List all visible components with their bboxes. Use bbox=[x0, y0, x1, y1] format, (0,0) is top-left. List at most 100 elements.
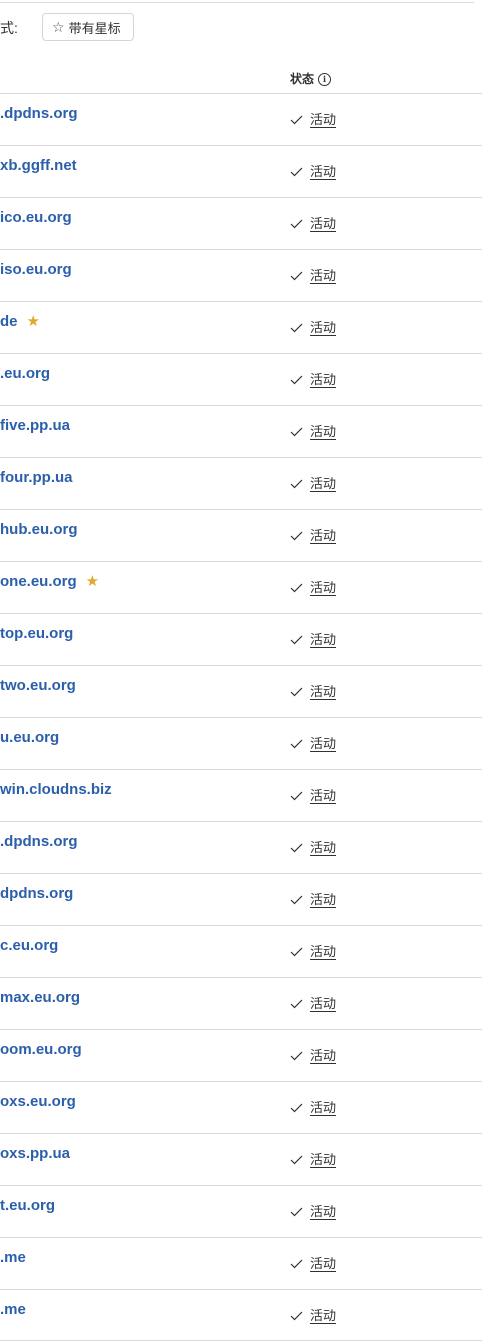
domain-name: xb.ggff.net bbox=[0, 157, 77, 174]
domain-link[interactable]: top.eu.org bbox=[0, 624, 73, 644]
status-link[interactable]: 活动 bbox=[310, 682, 336, 702]
status-link[interactable]: 活动 bbox=[310, 1306, 336, 1326]
status-link[interactable]: 活动 bbox=[310, 214, 336, 234]
domain-link[interactable]: iso.eu.org bbox=[0, 260, 72, 280]
table-row: iso.eu.org 活动 bbox=[0, 249, 482, 301]
status-cell: 活动 bbox=[290, 682, 336, 702]
domain-link[interactable]: oxs.eu.org bbox=[0, 1092, 76, 1112]
domain-name: ico.eu.org bbox=[0, 209, 72, 226]
domain-link[interactable]: hub.eu.org bbox=[0, 520, 78, 540]
checkmark-icon bbox=[290, 479, 303, 489]
status-link[interactable]: 活动 bbox=[310, 1254, 336, 1274]
status-cell: 活动 bbox=[290, 1098, 336, 1118]
star-filled-icon[interactable]: ★ bbox=[27, 312, 40, 332]
status-link[interactable]: 活动 bbox=[310, 1202, 336, 1222]
status-cell: 活动 bbox=[290, 318, 336, 338]
status-link[interactable]: 活动 bbox=[310, 890, 336, 910]
status-link[interactable]: 活动 bbox=[310, 734, 336, 754]
top-divider bbox=[0, 2, 474, 3]
table-row: oom.eu.org 活动 bbox=[0, 1029, 482, 1081]
checkmark-icon bbox=[290, 687, 303, 697]
status-cell: 活动 bbox=[290, 370, 336, 390]
checkmark-icon bbox=[290, 531, 303, 541]
status-cell: 活动 bbox=[290, 942, 336, 962]
domain-link[interactable]: ico.eu.org bbox=[0, 208, 72, 228]
status-link[interactable]: 活动 bbox=[310, 318, 336, 338]
status-cell: 活动 bbox=[290, 994, 336, 1014]
domain-name: iso.eu.org bbox=[0, 261, 72, 278]
status-link[interactable]: 活动 bbox=[310, 838, 336, 858]
status-link[interactable]: 活动 bbox=[310, 162, 336, 182]
status-link[interactable]: 活动 bbox=[310, 370, 336, 390]
status-cell: 活动 bbox=[290, 890, 336, 910]
starred-filter-button[interactable]: ☆ 带有星标 bbox=[42, 13, 134, 41]
domain-link[interactable]: .dpdns.org bbox=[0, 832, 78, 852]
domain-link[interactable]: dpdns.org bbox=[0, 884, 73, 904]
table-row: dpdns.org 活动 bbox=[0, 873, 482, 925]
checkmark-icon bbox=[290, 791, 303, 801]
domain-link[interactable]: five.pp.ua bbox=[0, 416, 70, 436]
domain-link[interactable]: one.eu.org ★ bbox=[0, 572, 99, 592]
domain-link[interactable]: de ★ bbox=[0, 312, 40, 332]
domain-link[interactable]: win.cloudns.biz bbox=[0, 780, 112, 800]
checkmark-icon bbox=[290, 635, 303, 645]
domain-name: .dpdns.org bbox=[0, 105, 78, 122]
domain-link[interactable]: four.pp.ua bbox=[0, 468, 73, 488]
checkmark-icon bbox=[290, 1259, 303, 1269]
domain-name: five.pp.ua bbox=[0, 417, 71, 434]
table-row: ico.eu.org 活动 bbox=[0, 197, 482, 249]
checkmark-icon bbox=[290, 1103, 303, 1113]
checkmark-icon bbox=[290, 895, 303, 905]
domain-link[interactable]: max.eu.org bbox=[0, 988, 80, 1008]
domain-link[interactable]: xb.ggff.net bbox=[0, 156, 77, 176]
status-link[interactable]: 活动 bbox=[310, 1150, 336, 1170]
domain-table: .dpdns.org 活动 xb.ggff.net 活动 ico.eu.org 活动 iso… bbox=[0, 93, 482, 1341]
domain-link[interactable]: u.eu.org bbox=[0, 728, 59, 748]
table-row: .me 活动 bbox=[0, 1237, 482, 1289]
status-link[interactable]: 活动 bbox=[310, 110, 336, 130]
status-link[interactable]: 活动 bbox=[310, 1046, 336, 1066]
domain-name: .dpdns.org bbox=[0, 833, 78, 850]
table-row: .me 活动 bbox=[0, 1289, 482, 1341]
status-link[interactable]: 活动 bbox=[310, 1098, 336, 1118]
domain-name: .me bbox=[0, 1249, 26, 1266]
status-link[interactable]: 活动 bbox=[310, 630, 336, 650]
status-link[interactable]: 活动 bbox=[310, 422, 336, 442]
table-row: four.pp.ua 活动 bbox=[0, 457, 482, 509]
status-link[interactable]: 活动 bbox=[310, 786, 336, 806]
table-row: oxs.pp.ua 活动 bbox=[0, 1133, 482, 1185]
table-row: .dpdns.org 活动 bbox=[0, 821, 482, 873]
status-link[interactable]: 活动 bbox=[310, 994, 336, 1014]
table-row: c.eu.org 活动 bbox=[0, 925, 482, 977]
status-cell: 活动 bbox=[290, 1202, 336, 1222]
table-row: xb.ggff.net 活动 bbox=[0, 145, 482, 197]
status-link[interactable]: 活动 bbox=[310, 266, 336, 286]
checkmark-icon bbox=[290, 219, 303, 229]
checkmark-icon bbox=[290, 271, 303, 281]
status-cell: 活动 bbox=[290, 214, 336, 234]
status-cell: 活动 bbox=[290, 1046, 336, 1066]
status-link[interactable]: 活动 bbox=[310, 578, 336, 598]
checkmark-icon bbox=[290, 999, 303, 1009]
domain-name: .eu.org bbox=[0, 365, 51, 382]
domain-name: win.cloudns.biz bbox=[0, 781, 112, 798]
checkmark-icon bbox=[290, 1155, 303, 1165]
star-filled-icon[interactable]: ★ bbox=[86, 572, 99, 592]
domain-link[interactable]: .eu.org bbox=[0, 364, 50, 384]
status-cell: 活动 bbox=[290, 266, 336, 286]
domain-link[interactable]: .dpdns.org bbox=[0, 104, 78, 124]
domain-link[interactable]: oxs.pp.ua bbox=[0, 1144, 70, 1164]
domain-link[interactable]: two.eu.org bbox=[0, 676, 76, 696]
domain-link[interactable]: .me bbox=[0, 1300, 26, 1320]
status-cell: 活动 bbox=[290, 1254, 336, 1274]
info-icon[interactable]: i bbox=[318, 72, 332, 86]
checkmark-icon bbox=[290, 739, 303, 749]
table-row: .eu.org 活动 bbox=[0, 353, 482, 405]
domain-link[interactable]: t.eu.org bbox=[0, 1196, 55, 1216]
status-link[interactable]: 活动 bbox=[310, 474, 336, 494]
status-link[interactable]: 活动 bbox=[310, 526, 336, 546]
domain-link[interactable]: .me bbox=[0, 1248, 26, 1268]
domain-link[interactable]: oom.eu.org bbox=[0, 1040, 82, 1060]
status-link[interactable]: 活动 bbox=[310, 942, 336, 962]
domain-link[interactable]: c.eu.org bbox=[0, 936, 58, 956]
